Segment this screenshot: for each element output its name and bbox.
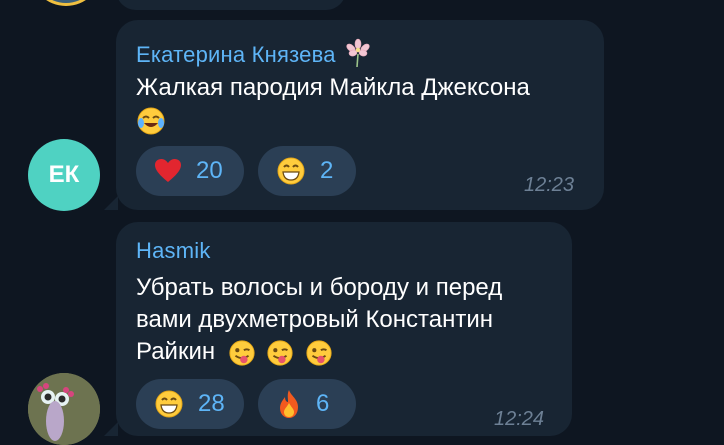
- flower-icon: [346, 38, 370, 68]
- winking-tongue-emoji-icon: [229, 340, 255, 366]
- winking-tongue-emoji-icon: [267, 340, 294, 366]
- fire-icon: [280, 390, 298, 418]
- reaction-grinning[interactable]: 28: [136, 379, 244, 429]
- avatar-image: [28, 373, 100, 445]
- previous-avatar[interactable]: [30, 0, 102, 6]
- reaction-count: 20: [196, 157, 223, 184]
- message-bubble[interactable]: Hasmik Убрать волосы и бороду и перед ва…: [104, 222, 572, 436]
- reaction-grinning[interactable]: 2: [258, 146, 356, 196]
- message-time: 12:24: [494, 408, 545, 430]
- reaction-count: 28: [198, 390, 225, 417]
- tears-of-joy-emoji-icon: [137, 107, 165, 135]
- sender-name[interactable]: Hasmik: [136, 238, 211, 264]
- message-text: Жалкая пародия Майкла Джексона: [136, 72, 530, 136]
- avatar[interactable]: [28, 373, 100, 445]
- bubble-tail: [104, 422, 118, 436]
- message-time: 12:23: [524, 174, 575, 196]
- avatar[interactable]: ЕК: [28, 139, 100, 211]
- message-bubble[interactable]: Екатерина Князева Жалкая пародия Майкла …: [104, 20, 604, 210]
- reaction-count: 6: [316, 390, 330, 417]
- reaction-count: 2: [320, 157, 334, 184]
- avatar-initials: ЕК: [48, 161, 80, 188]
- winking-tongue-emoji-icon: [306, 340, 332, 366]
- grinning-face-icon: [155, 390, 183, 418]
- reaction-heart[interactable]: 20: [136, 146, 244, 196]
- message-text: Убрать волосы и бороду и перед вами двух…: [136, 274, 503, 366]
- previous-message-bubble: [116, 0, 346, 10]
- sender-name[interactable]: Екатерина Князева: [136, 38, 372, 68]
- bubble-tail: [104, 196, 118, 210]
- grinning-face-icon: [277, 157, 305, 185]
- red-heart-icon: [155, 159, 181, 182]
- reaction-fire[interactable]: 6: [258, 379, 356, 429]
